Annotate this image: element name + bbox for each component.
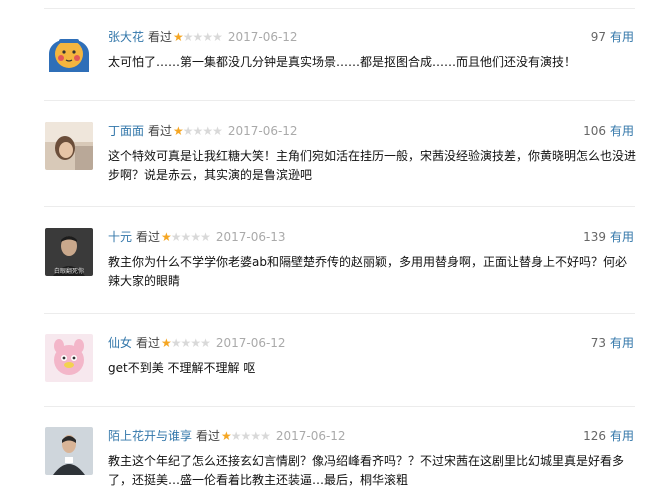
vote-count: 73 — [590, 336, 606, 350]
vote-count: 126 — [583, 429, 606, 443]
comment-date: 2017-06-12 — [275, 429, 346, 443]
watched-label: 看过 — [196, 429, 221, 443]
vote-area: 106 有用 — [583, 122, 634, 140]
watched-label: 看过 — [148, 124, 173, 138]
rating-stars: ★★★★★ — [173, 30, 223, 44]
comment-text: 太可怕了……第一集都没几分钟是真实场景……都是抠图合成……而且他们还没有演技！ — [108, 55, 577, 69]
divider — [44, 8, 635, 9]
divider — [44, 406, 635, 407]
avatar[interactable] — [45, 334, 93, 382]
username-link[interactable]: 仙女 — [108, 336, 132, 350]
divider — [44, 313, 635, 314]
vote-area: 126 有用 — [583, 427, 634, 445]
comment-text: 教主你为什么不学学你老婆ab和隔壁楚乔传的赵丽颖，多用用替身啊，正面让替身上不好… — [108, 255, 627, 288]
vote-area: 139 有用 — [583, 228, 634, 246]
rating-stars: ★★★★★ — [173, 124, 223, 138]
avatar[interactable]: 白眼翻死你 — [45, 228, 93, 276]
useful-button[interactable]: 有用 — [610, 30, 634, 44]
username-link[interactable]: 陌上花开与谁享 — [108, 429, 192, 443]
vote-count: 97 — [590, 30, 606, 44]
comment-meta: 仙女 看过★★★★★ 2017-06-12 — [108, 334, 286, 352]
avatar[interactable] — [45, 427, 93, 475]
useful-button[interactable]: 有用 — [610, 124, 634, 138]
watched-label: 看过 — [136, 336, 161, 350]
comment-date: 2017-06-12 — [215, 336, 286, 350]
svg-text:白眼翻死你: 白眼翻死你 — [54, 267, 84, 275]
useful-button[interactable]: 有用 — [610, 230, 634, 244]
comment-date: 2017-06-12 — [227, 30, 298, 44]
avatar[interactable] — [45, 122, 93, 170]
useful-button[interactable]: 有用 — [610, 336, 634, 350]
watched-label: 看过 — [136, 230, 161, 244]
rating-stars: ★★★★★ — [161, 336, 211, 350]
vote-area: 97 有用 — [591, 28, 634, 46]
rating-stars: ★★★★★ — [221, 429, 271, 443]
vote-count: 106 — [583, 124, 606, 138]
comment-text: 这个特效可真是让我红糖大笑！主角们宛如活在挂历一般，宋茜没经验演技差，你黄晓明怎… — [108, 149, 637, 182]
comment-meta: 丁面面 看过★★★★★ 2017-06-12 — [108, 122, 298, 140]
comment-text: 教主这个年纪了怎么还接玄幻言情剧？像冯绍峰看齐吗？？不过宋茜在这剧里比幻城里真是… — [108, 454, 625, 487]
divider — [44, 206, 635, 207]
useful-button[interactable]: 有用 — [610, 429, 634, 443]
avatar[interactable] — [45, 28, 93, 76]
comment-meta: 张大花 看过★★★★★ 2017-06-12 — [108, 28, 298, 46]
username-link[interactable]: 张大花 — [108, 30, 144, 44]
vote-count: 139 — [583, 230, 606, 244]
comment-meta: 陌上花开与谁享 看过★★★★★ 2017-06-12 — [108, 427, 346, 445]
divider — [44, 100, 635, 101]
comment-date: 2017-06-13 — [215, 230, 286, 244]
username-link[interactable]: 丁面面 — [108, 124, 144, 138]
rating-stars: ★★★★★ — [161, 230, 211, 244]
comment-meta: 十元 看过★★★★★ 2017-06-13 — [108, 228, 286, 246]
comment-date: 2017-06-12 — [227, 124, 298, 138]
watched-label: 看过 — [148, 30, 173, 44]
username-link[interactable]: 十元 — [108, 230, 132, 244]
comment-text: get不到美 不理解不理解 呕 — [108, 361, 256, 375]
vote-area: 73 有用 — [591, 334, 634, 352]
